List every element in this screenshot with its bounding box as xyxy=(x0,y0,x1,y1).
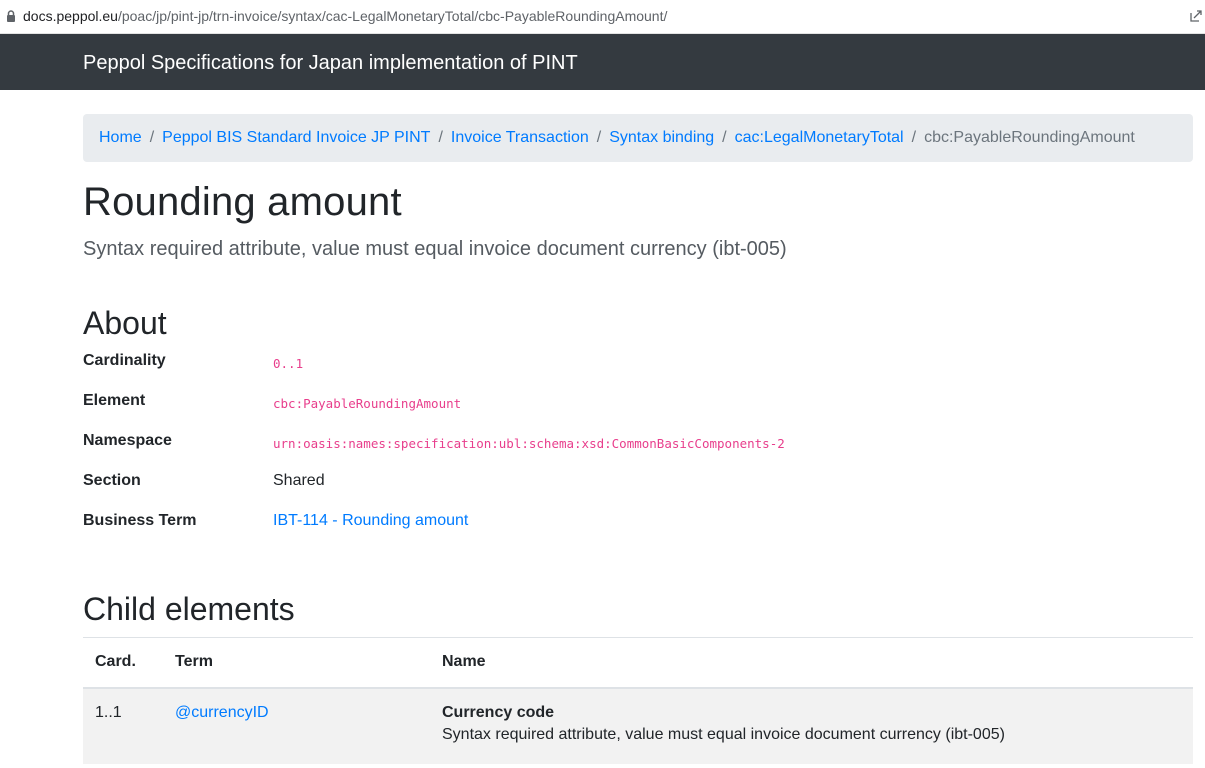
table-row: 1..1 @currencyID Currency code Syntax re… xyxy=(83,687,1193,764)
page-title: Rounding amount xyxy=(83,180,402,224)
section-value: Shared xyxy=(273,472,325,489)
element-value: cbc:PayableRoundingAmount xyxy=(273,396,462,411)
about-term: Business Term xyxy=(83,512,197,529)
table-header-row: Card. Term Name xyxy=(83,637,1193,689)
breadcrumb-separator: / xyxy=(722,129,727,146)
breadcrumb-separator: / xyxy=(438,129,443,146)
share-icon[interactable] xyxy=(1189,9,1203,23)
breadcrumb-separator: / xyxy=(596,129,602,146)
lock-icon xyxy=(7,10,15,22)
child-description: Syntax required attribute, value must eq… xyxy=(442,725,1005,743)
cell-term: @currencyID xyxy=(163,687,430,764)
column-header-term: Term xyxy=(163,637,430,689)
about-value: cbc:PayableRoundingAmount xyxy=(273,392,462,411)
breadcrumb-separator: / xyxy=(911,129,917,146)
url-text[interactable]: docs.peppol.eu/poac/jp/pint-jp/trn-invoi… xyxy=(23,8,667,24)
about-row-section: Section Shared xyxy=(83,472,1193,512)
cell-card: 1..1 xyxy=(83,687,163,764)
child-name: Currency code xyxy=(442,703,555,721)
about-value: IBT-114 - Rounding amount xyxy=(273,512,468,530)
cardinality-value: 0..1 xyxy=(273,356,304,371)
about-row-namespace: Namespace urn:oasis:names:specification:… xyxy=(83,432,1193,472)
about-term: Cardinality xyxy=(83,352,166,369)
about-term: Section xyxy=(83,472,141,489)
breadcrumb: Home / Peppol BIS Standard Invoice JP PI… xyxy=(83,114,1193,162)
about-term: Namespace xyxy=(83,432,172,449)
business-term-link[interactable]: IBT-114 - Rounding amount xyxy=(273,512,468,529)
breadcrumb-bis-standard[interactable]: Peppol BIS Standard Invoice JP PINT xyxy=(162,129,430,147)
url-host: docs.peppol.eu xyxy=(23,8,118,24)
breadcrumb-invoice-transaction[interactable]: Invoice Transaction xyxy=(451,129,589,147)
about-row-business-term: Business Term IBT-114 - Rounding amount xyxy=(83,512,1193,552)
url-path: /poac/jp/pint-jp/trn-invoice/syntax/cac-… xyxy=(117,8,668,24)
child-elements-heading: Child elements xyxy=(83,591,295,627)
column-header-card: Card. xyxy=(83,637,163,689)
about-list: Cardinality 0..1 Element cbc:PayableRoun… xyxy=(83,352,1193,552)
about-row-cardinality: Cardinality 0..1 xyxy=(83,352,1193,392)
child-elements-table: Card. Term Name 1..1 @currencyID Currenc… xyxy=(83,637,1193,764)
about-value: urn:oasis:names:specification:ubl:schema… xyxy=(273,432,785,451)
top-navbar: Peppol Specifications for Japan implemen… xyxy=(0,34,1205,90)
about-heading: About xyxy=(83,305,167,341)
breadcrumb-legal-monetary-total[interactable]: cac:LegalMonetaryTotal xyxy=(735,129,904,147)
currency-id-link[interactable]: @currencyID xyxy=(175,704,269,721)
about-term: Element xyxy=(83,392,146,409)
about-row-element: Element cbc:PayableRoundingAmount xyxy=(83,392,1193,432)
breadcrumb-separator: / xyxy=(149,129,155,146)
namespace-value: urn:oasis:names:specification:ubl:schema… xyxy=(273,436,785,451)
column-header-name: Name xyxy=(430,637,1193,689)
breadcrumb-syntax-binding[interactable]: Syntax binding xyxy=(609,129,714,147)
browser-address-bar[interactable]: docs.peppol.eu/poac/jp/pint-jp/trn-invoi… xyxy=(0,0,1205,34)
breadcrumb-home[interactable]: Home xyxy=(99,129,142,147)
navbar-brand[interactable]: Peppol Specifications for Japan implemen… xyxy=(83,52,578,75)
breadcrumb-current: cbc:PayableRoundingAmount xyxy=(924,129,1135,146)
page-lead: Syntax required attribute, value must eq… xyxy=(83,238,787,260)
cell-name: Currency code Syntax required attribute,… xyxy=(430,687,1193,764)
about-value: 0..1 xyxy=(273,352,304,371)
